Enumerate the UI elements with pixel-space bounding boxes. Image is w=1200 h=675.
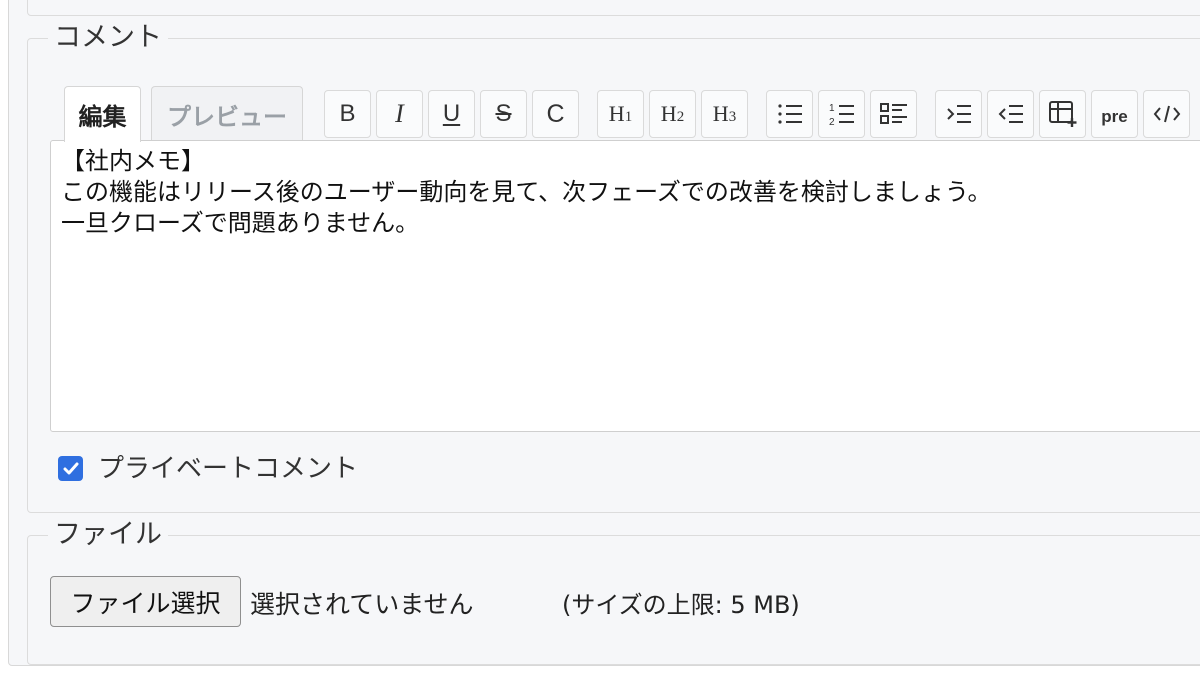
code-block-button[interactable] [1143,90,1190,138]
choose-file-button[interactable]: ファイル選択 [50,576,241,627]
heading2-button[interactable]: H2 [649,90,696,138]
code-brackets-icon [1153,105,1180,123]
heading3-icon: H3 [712,101,737,126]
heading1-icon: H1 [608,101,633,126]
table-add-icon [1048,101,1076,127]
file-status-text: 選択されていません [250,590,474,619]
tab-preview[interactable]: プレビュー [151,86,303,142]
outdent-icon [998,105,1023,123]
code-c-icon: C [546,99,565,128]
pre-block-button[interactable]: pre [1091,90,1138,138]
insert-table-button[interactable] [1039,90,1086,138]
bullet-list-icon [777,104,802,124]
pre-icon: pre [1101,106,1128,126]
previous-fieldset [27,0,1200,16]
file-legend: ファイル [48,519,168,551]
underline-icon: U [442,100,461,127]
svg-text:1: 1 [829,103,835,114]
italic-button[interactable]: I [376,90,423,138]
strikethrough-button[interactable]: S [480,90,527,138]
bullet-list-button[interactable] [766,90,813,138]
numbered-list-icon: 1 2 [829,103,854,126]
svg-text:2: 2 [829,117,835,126]
indent-button[interactable] [935,90,982,138]
task-list-button[interactable] [870,90,917,138]
file-size-limit: (サイズの上限: 5 MB) [562,591,800,619]
private-comment-label[interactable]: プライベートコメント [98,448,358,485]
underline-button[interactable]: U [428,90,475,138]
heading3-button[interactable]: H3 [701,90,748,138]
tab-edit[interactable]: 編集 [64,86,141,142]
bold-icon: B [339,100,356,127]
comment-legend: コメント [48,22,168,54]
private-comment-checkbox[interactable] [58,456,83,481]
outdent-button[interactable] [987,90,1034,138]
heading2-icon: H2 [660,101,685,126]
heading1-button[interactable]: H1 [597,90,644,138]
inline-code-button[interactable]: C [532,90,579,138]
comment-textarea[interactable]: 【社内メモ】 この機能はリリース後のユーザー動向を見て、次フェーズでの改善を検討… [50,140,1200,432]
bold-button[interactable]: B [324,90,371,138]
indent-icon [946,105,971,123]
checklist-icon [879,103,907,124]
numbered-list-button[interactable]: 1 2 [818,90,865,138]
italic-icon: I [395,99,404,128]
checkmark-icon [63,462,78,474]
strikethrough-icon: S [495,100,512,127]
